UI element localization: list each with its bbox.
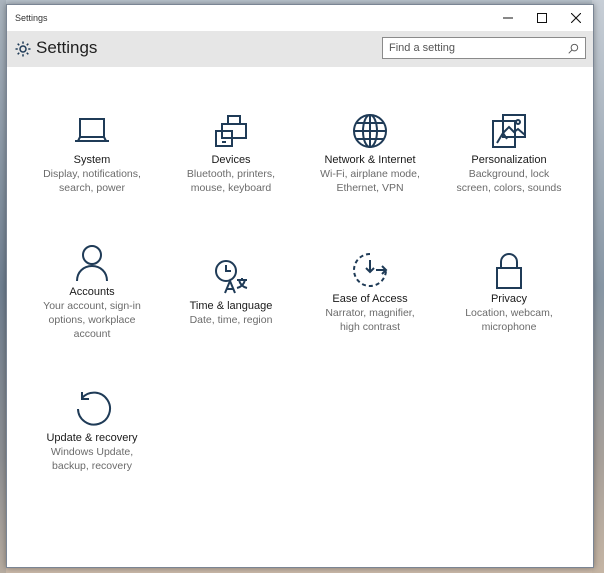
- window-title: Settings: [15, 13, 48, 23]
- tile-description: mouse, keyboard: [190, 182, 272, 194]
- tile-description: Ethernet, VPN: [336, 182, 404, 194]
- tile-personalization[interactable]: Personalization Background, lock screen,…: [439, 111, 579, 195]
- tile-description: Narrator, magnifier,: [325, 307, 415, 319]
- tile-devices[interactable]: Devices Bluetooth, printers, mouse, keyb…: [161, 111, 301, 195]
- laptop-icon: [75, 118, 109, 142]
- tile-label: Personalization: [471, 154, 547, 166]
- search-input[interactable]: [383, 38, 569, 58]
- tile-description: screen, colors, sounds: [456, 182, 562, 194]
- tile-label: Time & language: [189, 300, 273, 312]
- tile-description: options, workplace: [48, 314, 136, 326]
- page-title: Settings: [36, 38, 98, 57]
- tile-label: Network & Internet: [324, 154, 416, 166]
- tile-update-recovery[interactable]: Update & recovery Windows Update, backup…: [22, 389, 162, 473]
- tile-accounts[interactable]: Accounts Your account, sign-in options, …: [22, 243, 162, 341]
- search-box[interactable]: [382, 37, 586, 59]
- settings-grid: System Display, notifications, search, p…: [7, 67, 593, 567]
- tile-description: microphone: [481, 321, 537, 333]
- maximize-button[interactable]: [525, 5, 559, 31]
- tile-label: Privacy: [490, 293, 528, 305]
- refresh-icon: [77, 391, 111, 426]
- tile-time-language[interactable]: Time & language Date, time, region: [161, 257, 301, 327]
- settings-window: Settings Settings Find a setting System …: [6, 4, 594, 568]
- lock-icon: [496, 253, 522, 289]
- close-button[interactable]: [559, 5, 593, 31]
- tile-label: Accounts: [69, 286, 115, 298]
- tile-description: Windows Update,: [50, 446, 134, 458]
- tile-label: Update & recovery: [46, 432, 138, 444]
- ease-of-access-icon: [353, 253, 388, 287]
- tile-description: Bluetooth, printers,: [186, 168, 276, 180]
- tile-ease-of-access[interactable]: Ease of Access Narrator, magnifier, high…: [300, 250, 440, 334]
- tile-description: high contrast: [339, 321, 401, 333]
- tile-system[interactable]: System Display, notifications, search, p…: [22, 111, 162, 195]
- tile-description: Your account, sign-in: [43, 300, 141, 312]
- devices-icon: [215, 115, 247, 147]
- tile-description: account: [73, 328, 111, 340]
- tile-privacy[interactable]: Privacy Location, webcam, microphone: [439, 250, 579, 334]
- tile-network-internet[interactable]: Network & Internet Wi-Fi, airplane mode,…: [300, 111, 440, 195]
- tile-label: System: [73, 154, 111, 166]
- tile-description: Display, notifications,: [43, 168, 141, 180]
- tile-label: Devices: [211, 154, 251, 166]
- close-icon: [571, 13, 581, 23]
- tile-label: Ease of Access: [332, 293, 408, 305]
- person-icon: [76, 245, 108, 282]
- tile-description: search, power: [59, 182, 125, 194]
- globe-icon: [353, 114, 387, 148]
- tile-description: backup, recovery: [52, 460, 132, 472]
- gear-icon: [15, 41, 31, 57]
- maximize-icon: [537, 13, 547, 23]
- minimize-button[interactable]: [491, 5, 525, 31]
- title-bar[interactable]: Settings: [7, 5, 593, 31]
- tile-description: Date, time, region: [189, 314, 273, 326]
- minimize-icon: [503, 17, 513, 19]
- time-language-icon: [215, 260, 248, 294]
- tile-description: Location, webcam,: [465, 307, 553, 319]
- settings-header: Settings: [7, 31, 593, 67]
- tile-description: Background, lock: [468, 168, 550, 180]
- personalization-icon: [492, 114, 526, 148]
- tile-description: Wi-Fi, airplane mode,: [320, 168, 420, 180]
- search-icon[interactable]: [568, 43, 579, 54]
